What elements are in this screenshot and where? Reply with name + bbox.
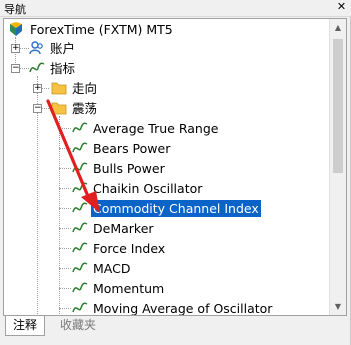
indicator-item-label: Moving Average of Oscillator [93, 300, 273, 316]
tree-line [59, 288, 71, 289]
accounts-icon [29, 40, 45, 56]
indicator-item-label: Chaikin Oscillator [93, 180, 203, 196]
indicator-item-label: MACD [93, 260, 131, 276]
indicator-icon [72, 200, 88, 216]
close-icon[interactable]: ✕ [335, 1, 348, 14]
indicator-icon [72, 280, 88, 296]
scroll-up-icon[interactable]: ▲ [330, 19, 346, 36]
expand-plus-icon[interactable]: + [33, 84, 42, 93]
tree-line [59, 188, 71, 189]
tree-line [59, 248, 71, 249]
indicator-item-label: Commodity Channel Index [91, 199, 261, 217]
collapse-minus-icon[interactable]: − [33, 104, 42, 113]
folder-open-icon [51, 100, 67, 116]
indicator-item-label: Momentum [93, 280, 165, 296]
indicator-icon [72, 160, 88, 176]
collapse-minus-icon[interactable]: − [11, 64, 20, 73]
tree-line [59, 168, 71, 169]
scrollbar-thumb[interactable] [333, 39, 343, 173]
indicator-item-label: Bulls Power [93, 160, 165, 176]
indicator-item-label: Average True Range [93, 120, 219, 136]
tree-line [59, 148, 71, 149]
fxtm-logo-icon [8, 21, 24, 37]
navigator-panel: 导航 ✕ ForexTime (FXTM) MT5 + 账户 − 指标 + 走向… [0, 0, 351, 345]
tree-folder-oscillators-label: 震荡 [72, 100, 98, 116]
indicator-item-label: DeMarker [93, 220, 154, 236]
tab-comments[interactable]: 注释 [5, 316, 46, 336]
vertical-scrollbar[interactable]: ▲ ▼ [329, 19, 346, 315]
expand-plus-icon[interactable]: + [11, 44, 20, 53]
navigator-tree: ForexTime (FXTM) MT5 + 账户 − 指标 + 走向 − 震荡… [3, 18, 347, 316]
tree-line [59, 228, 71, 229]
tree-line [59, 116, 60, 315]
indicator-item-label: Force Index [93, 240, 166, 256]
indicator-icon [72, 140, 88, 156]
indicator-icon [72, 240, 88, 256]
tree-item-accounts-label: 账户 [50, 40, 76, 56]
panel-title: 导航 [4, 3, 26, 16]
scroll-down-icon[interactable]: ▼ [330, 298, 346, 315]
tree-line [59, 268, 71, 269]
folder-icon [51, 80, 67, 96]
panel-titlebar: 导航 ✕ [0, 0, 351, 17]
tree-root-label: ForexTime (FXTM) MT5 [30, 21, 173, 37]
indicator-icon [72, 260, 88, 276]
tab-favorites[interactable]: 收藏夹 [53, 316, 103, 336]
indicator-item-label: Bears Power [93, 140, 171, 156]
indicator-icon [72, 120, 88, 136]
indicator-icon [29, 60, 45, 76]
indicator-icon [72, 300, 88, 315]
tree-item-indicators-label: 指标 [50, 60, 76, 76]
tree-line [59, 128, 71, 129]
tree-folder-trend-label: 走向 [72, 80, 98, 96]
indicator-icon [72, 220, 88, 236]
tree-line [59, 308, 71, 309]
navigator-tabs: 注释 收藏夹 [3, 316, 347, 338]
tree-line [59, 208, 71, 209]
indicator-icon [72, 180, 88, 196]
